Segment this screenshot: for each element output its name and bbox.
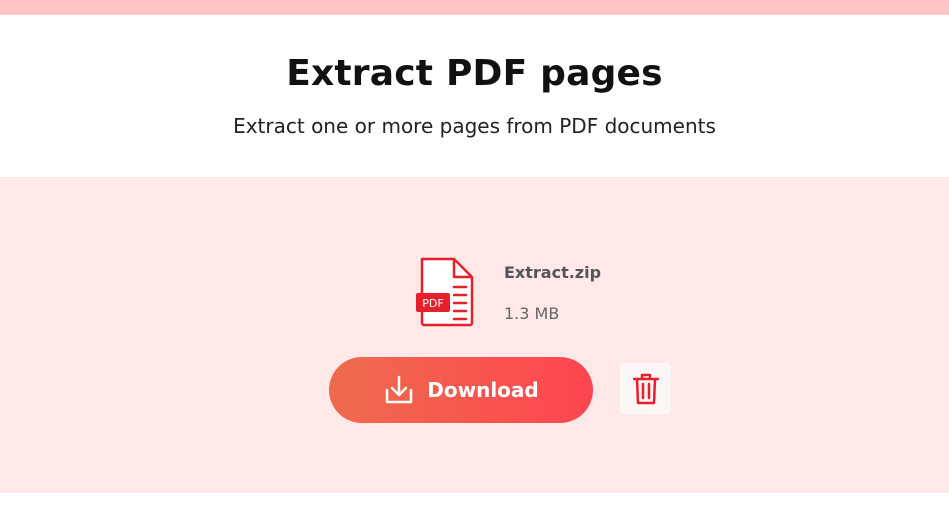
page-title: Extract PDF pages (286, 53, 663, 94)
page-subtitle: Extract one or more pages from PDF docum… (233, 114, 716, 138)
download-button[interactable]: Download (329, 357, 593, 423)
result-panel: PDF Extract.zip 1.3 MB Download (0, 177, 949, 493)
delete-button[interactable] (620, 363, 671, 414)
page-header: Extract PDF pages Extract one or more pa… (0, 15, 949, 177)
file-name: Extract.zip (504, 263, 602, 282)
pdf-badge-label: PDF (422, 297, 443, 310)
download-icon (386, 375, 413, 404)
download-label: Download (427, 378, 539, 402)
trash-icon (632, 373, 659, 404)
top-strip (0, 0, 949, 15)
pdf-file-icon: PDF (416, 257, 474, 327)
file-size: 1.3 MB (504, 304, 560, 323)
